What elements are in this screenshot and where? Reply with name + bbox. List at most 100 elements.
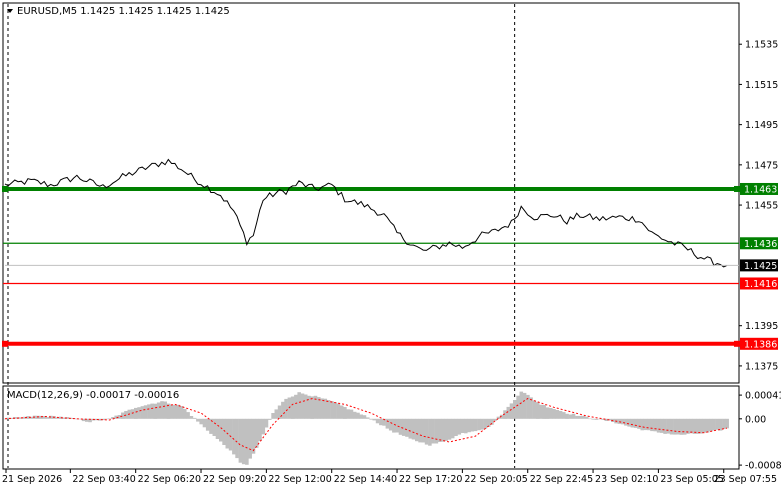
macd-bar bbox=[284, 398, 288, 419]
macd-tick-label: 0.00041 bbox=[745, 391, 781, 402]
macd-bar bbox=[689, 418, 693, 434]
macd-bar bbox=[140, 406, 145, 419]
macd-bar bbox=[470, 418, 475, 432]
macd-bar bbox=[457, 418, 462, 435]
macd-bar bbox=[477, 418, 481, 431]
macd-bar bbox=[653, 418, 658, 432]
price-tick-label: 1.1515 bbox=[745, 80, 778, 91]
macd-bar bbox=[362, 415, 367, 419]
macd-bar bbox=[679, 418, 684, 435]
macd-bar bbox=[555, 410, 560, 419]
macd-bar bbox=[326, 400, 331, 419]
macd-bar bbox=[369, 418, 373, 420]
time-tick-label: 22 Sep 03:40 bbox=[72, 474, 135, 485]
macd-bar bbox=[372, 418, 377, 421]
macd-bar bbox=[219, 418, 223, 442]
macd-bar bbox=[395, 418, 399, 433]
price-tick-label: 1.1375 bbox=[745, 361, 778, 372]
macd-bar bbox=[692, 418, 697, 434]
macd-bar bbox=[673, 418, 677, 435]
macd-bar bbox=[251, 418, 256, 454]
macd-bar bbox=[712, 418, 716, 431]
macd-bar bbox=[437, 418, 442, 442]
macd-bar bbox=[173, 405, 177, 419]
macd-bar bbox=[176, 404, 181, 419]
macd-bar bbox=[186, 412, 190, 419]
macd-bar bbox=[222, 418, 226, 445]
macd-bar bbox=[702, 418, 707, 433]
macd-bar bbox=[715, 418, 720, 430]
price-tick-label: 1.1475 bbox=[745, 160, 778, 171]
level-tag-label: 1.1436 bbox=[744, 239, 777, 250]
macd-bar bbox=[630, 418, 635, 428]
macd-bar bbox=[359, 414, 364, 419]
macd-bar bbox=[418, 418, 422, 443]
macd-bar bbox=[385, 418, 390, 429]
price-axis: 1.1535 1.1515 1.1495 1.1475 1.1455 1.1395 1.13… bbox=[739, 40, 778, 372]
macd-bar bbox=[483, 418, 488, 429]
macd-bar bbox=[254, 418, 259, 448]
macd-bar bbox=[660, 418, 664, 433]
macd-bar bbox=[539, 404, 543, 419]
macd-bar bbox=[643, 418, 648, 431]
price-tick-label: 1.1455 bbox=[745, 201, 778, 212]
macd-bar bbox=[215, 418, 220, 439]
macd-bar bbox=[121, 412, 125, 419]
macd-bar bbox=[480, 418, 484, 430]
macd-bar bbox=[346, 409, 350, 419]
macd-bar bbox=[640, 418, 644, 431]
macd-bar bbox=[271, 413, 275, 419]
macd-bar bbox=[565, 413, 569, 419]
time-tick-label: 22 Sep 06:20 bbox=[138, 474, 201, 485]
macd-bar bbox=[428, 418, 432, 446]
macd-bar bbox=[656, 418, 661, 433]
macd-bar bbox=[245, 418, 249, 465]
macd-bar bbox=[137, 407, 141, 419]
macd-bar bbox=[202, 418, 207, 428]
macd-bar bbox=[696, 418, 700, 434]
time-tick-label: 21 Sep 2026 bbox=[2, 474, 62, 485]
macd-bar bbox=[179, 406, 184, 419]
macd-bar bbox=[323, 398, 328, 419]
macd-bar bbox=[650, 418, 654, 432]
macd-bar bbox=[183, 408, 187, 419]
price-tick-label: 1.1395 bbox=[745, 321, 778, 332]
level-tag-label: 1.1416 bbox=[744, 279, 777, 290]
macd-bar bbox=[663, 418, 667, 434]
macd-bar bbox=[320, 398, 324, 419]
macd-bar bbox=[143, 405, 148, 419]
macd-bar bbox=[241, 418, 246, 465]
macd-bar bbox=[294, 394, 298, 419]
macd-bar bbox=[545, 407, 550, 419]
macd-bar bbox=[578, 415, 582, 419]
time-tick-label: 22 Sep 17:20 bbox=[399, 474, 462, 485]
symbol-header: EURUSD,M5 1.1425 1.1425 1.1425 1.1425 bbox=[17, 6, 230, 17]
macd-bar bbox=[558, 411, 563, 419]
macd-bar bbox=[666, 418, 671, 434]
macd-bar bbox=[709, 418, 713, 432]
macd-bar bbox=[447, 418, 452, 440]
macd-bar bbox=[549, 408, 553, 419]
macd-bar bbox=[248, 418, 252, 459]
macd-bar bbox=[513, 400, 517, 419]
macd-bar bbox=[330, 401, 334, 419]
macd-bar bbox=[516, 395, 520, 419]
macd-bar bbox=[307, 395, 311, 419]
macd-bar bbox=[333, 402, 337, 419]
macd-bar bbox=[349, 409, 354, 419]
macd-bar bbox=[633, 418, 638, 428]
macd-bar bbox=[392, 418, 396, 433]
chart-root: EURUSD,M5 1.1425 1.1425 1.1425 1.1425 1.… bbox=[0, 0, 781, 489]
time-tick-label: 22 Sep 22:45 bbox=[530, 474, 593, 485]
macd-bar bbox=[705, 418, 710, 433]
macd-bar bbox=[156, 402, 161, 419]
macd-bar bbox=[163, 401, 167, 419]
level-anchor-square bbox=[734, 185, 740, 192]
macd-bar bbox=[192, 417, 197, 419]
macd-header: MACD(12,26,9) -0.00017 -0.00016 bbox=[7, 390, 179, 401]
time-tick-label: 22 Sep 12:00 bbox=[268, 474, 331, 485]
macd-tick-label: -0.0008 bbox=[745, 461, 781, 472]
macd-bar bbox=[268, 418, 272, 420]
macd-bar bbox=[336, 403, 341, 419]
macd-bar bbox=[669, 418, 674, 435]
